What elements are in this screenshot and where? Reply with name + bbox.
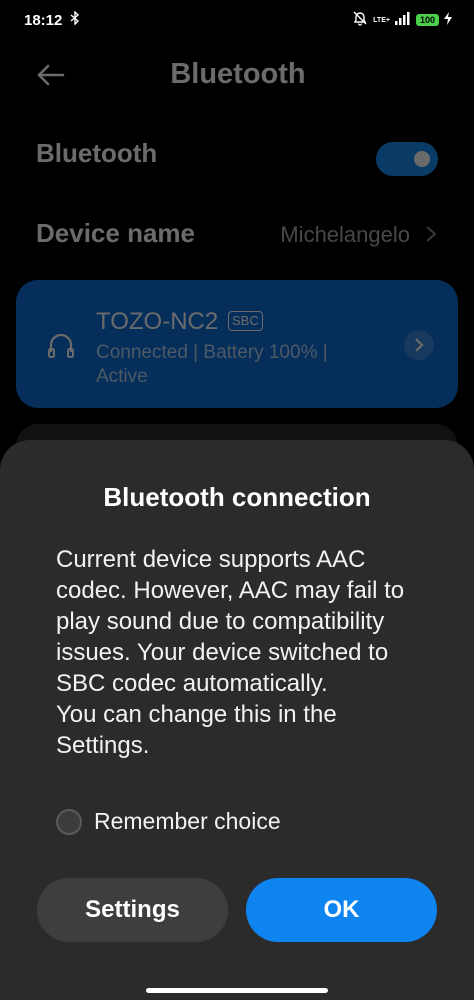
ok-button[interactable]: OK bbox=[246, 878, 437, 942]
device-name: TOZO-NC2 bbox=[96, 308, 219, 335]
device-name-row[interactable]: Device name Michelangelo bbox=[0, 208, 474, 258]
screen: 18:12 LTE+ 100 Bluetooth Bluetooth Devic… bbox=[0, 0, 474, 1000]
settings-button[interactable]: Settings bbox=[37, 878, 228, 942]
remember-choice-label: Remember choice bbox=[94, 808, 281, 834]
chevron-right-icon bbox=[424, 224, 438, 244]
page-title: Bluetooth bbox=[170, 58, 306, 90]
status-right: LTE+ 100 bbox=[352, 10, 452, 30]
dialog-message-hint: You can change this in the Settings. bbox=[56, 701, 337, 759]
device-name-label: Device name bbox=[36, 218, 195, 248]
bluetooth-label: Bluetooth bbox=[36, 138, 158, 168]
dialog-title: Bluetooth connection bbox=[103, 482, 371, 512]
status-left: 18:12 bbox=[24, 10, 80, 29]
signal-icon bbox=[394, 11, 411, 29]
bluetooth-toggle[interactable] bbox=[376, 142, 438, 176]
bluetooth-connection-dialog: Bluetooth connection Current device supp… bbox=[0, 440, 474, 1000]
device-status: Connected | Battery 100% | Active bbox=[96, 342, 328, 387]
top-bar: Bluetooth bbox=[0, 50, 474, 100]
bluetooth-icon bbox=[70, 10, 80, 29]
status-time: 18:12 bbox=[24, 11, 63, 29]
remember-choice-row[interactable]: Remember choice bbox=[56, 808, 356, 838]
battery-icon: 100 bbox=[415, 14, 439, 26]
bolt-icon bbox=[444, 11, 452, 29]
device-details-button[interactable] bbox=[404, 330, 434, 360]
dialog-message-text: Current device supports AAC codec. Howev… bbox=[56, 546, 405, 697]
dialog-message: Current device supports AAC codec. Howev… bbox=[56, 544, 436, 761]
bell-off-icon bbox=[352, 10, 368, 30]
remember-choice-radio[interactable] bbox=[56, 809, 82, 835]
toggle-knob bbox=[414, 151, 430, 167]
bluetooth-toggle-row[interactable]: Bluetooth bbox=[0, 128, 474, 178]
codec-badge: SBC bbox=[228, 311, 263, 331]
device-name-value: Michelangelo bbox=[280, 222, 410, 247]
status-bar: 18:12 LTE+ 100 bbox=[0, 0, 474, 40]
home-indicator[interactable] bbox=[146, 988, 328, 993]
headphones-icon bbox=[46, 330, 76, 360]
network-type: LTE+ bbox=[373, 16, 390, 24]
connected-device-card[interactable]: TOZO-NC2 SBC Connected | Battery 100% | … bbox=[16, 280, 458, 408]
